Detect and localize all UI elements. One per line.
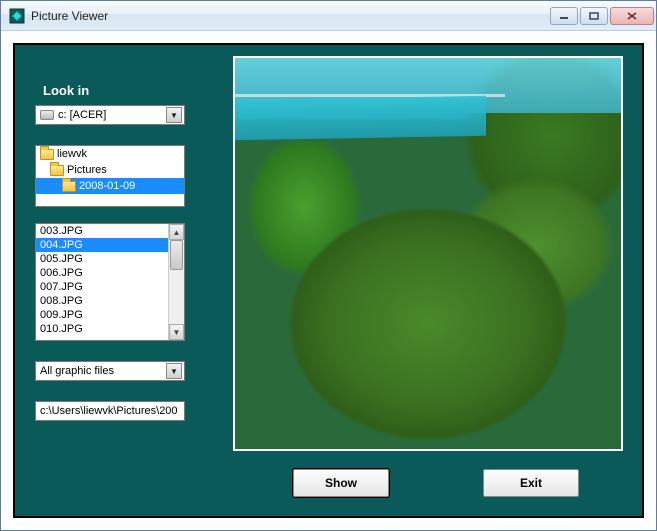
- directory-item[interactable]: 2008-01-09: [36, 178, 184, 194]
- file-item[interactable]: 003.JPG: [36, 224, 168, 238]
- file-item[interactable]: 005.JPG: [36, 252, 168, 266]
- app-window: Picture Viewer Look in c: [ACER] ▼ liewv…: [0, 0, 657, 531]
- drive-text: c: [ACER]: [58, 109, 166, 121]
- file-item[interactable]: 009.JPG: [36, 308, 168, 322]
- directory-item[interactable]: Pictures: [36, 162, 184, 178]
- file-item[interactable]: 004.JPG: [36, 238, 168, 252]
- window-title: Picture Viewer: [31, 9, 544, 23]
- folder-icon: [62, 181, 76, 192]
- file-item[interactable]: 006.JPG: [36, 266, 168, 280]
- directory-item-label: 2008-01-09: [79, 180, 135, 192]
- file-item[interactable]: 008.JPG: [36, 294, 168, 308]
- file-filter-text: All graphic files: [40, 365, 166, 377]
- file-list[interactable]: 003.JPG004.JPG005.JPG006.JPG007.JPG008.J…: [35, 223, 185, 341]
- close-button[interactable]: [610, 7, 654, 25]
- drive-combo[interactable]: c: [ACER] ▼: [35, 105, 185, 125]
- show-button[interactable]: Show: [293, 469, 389, 497]
- picture-content: [235, 58, 621, 449]
- scroll-down-button[interactable]: ▼: [169, 324, 184, 340]
- client-area: Look in c: [ACER] ▼ liewvk Pictures 2008-0…: [1, 31, 656, 530]
- drive-icon: [40, 110, 54, 120]
- main-panel: Look in c: [ACER] ▼ liewvk Pictures 2008-0…: [13, 43, 644, 518]
- drive-dropdown-button[interactable]: ▼: [166, 107, 182, 123]
- minimize-button[interactable]: [550, 7, 578, 25]
- path-input[interactable]: [35, 401, 185, 421]
- directory-list[interactable]: liewvk Pictures 2008-01-09: [35, 145, 185, 207]
- app-icon: [9, 8, 25, 24]
- folder-icon: [40, 149, 54, 160]
- maximize-button[interactable]: [580, 7, 608, 25]
- scroll-thumb[interactable]: [170, 240, 183, 270]
- file-item[interactable]: 010.JPG: [36, 322, 168, 336]
- file-filter-combo[interactable]: All graphic files ▼: [35, 361, 185, 381]
- scroll-up-button[interactable]: ▲: [169, 224, 184, 240]
- picture-frame: [233, 56, 623, 451]
- file-list-scrollbar[interactable]: ▲ ▼: [168, 224, 184, 340]
- window-controls: [550, 7, 654, 25]
- scroll-track[interactable]: [169, 240, 184, 324]
- titlebar[interactable]: Picture Viewer: [1, 1, 656, 31]
- file-item[interactable]: 007.JPG: [36, 280, 168, 294]
- directory-item-label: liewvk: [57, 148, 87, 160]
- exit-button[interactable]: Exit: [483, 469, 579, 497]
- look-in-label: Look in: [43, 83, 89, 98]
- filter-dropdown-button[interactable]: ▼: [166, 363, 182, 379]
- folder-icon: [50, 165, 64, 176]
- directory-item-label: Pictures: [67, 164, 107, 176]
- directory-item[interactable]: liewvk: [36, 146, 184, 162]
